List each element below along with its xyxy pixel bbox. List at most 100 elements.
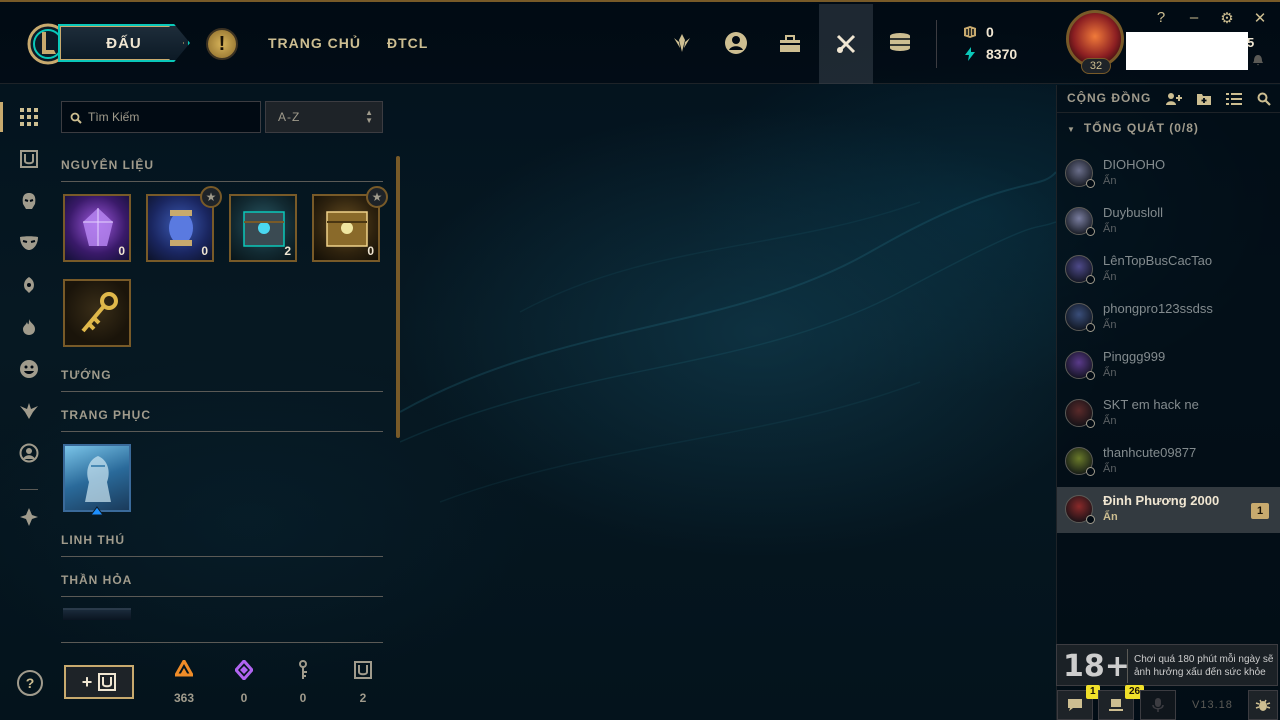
resource-orange-essence[interactable]: 363 — [162, 657, 206, 705]
friend-status: Ẩn — [1103, 463, 1117, 475]
summoner-profile[interactable]: 32 — [1066, 10, 1126, 74]
social-header: CỘNG ĐỒNG — [1057, 85, 1280, 113]
settings-button[interactable]: ⚙ — [1218, 9, 1236, 27]
loot-count: 0 — [118, 244, 125, 258]
notes-button[interactable]: 26 — [1098, 685, 1145, 720]
profile-icon[interactable] — [719, 26, 753, 60]
rail-skin-icon[interactable] — [16, 230, 42, 256]
chest-count-icon — [354, 661, 372, 679]
resource-chest[interactable]: 2 — [341, 660, 385, 705]
help-window-button[interactable]: ? — [1152, 9, 1170, 26]
loot-search — [61, 101, 261, 133]
warning-divider — [1127, 649, 1128, 683]
bell-icon[interactable] — [1252, 54, 1264, 66]
alert-icon[interactable]: ! — [206, 28, 238, 60]
rail-ward-icon[interactable] — [16, 314, 42, 340]
key-fragment-icon — [299, 660, 307, 679]
social-search-icon[interactable] — [1255, 90, 1273, 108]
section-emotes[interactable]: THẦN HỎA — [61, 573, 383, 597]
background-swirl — [400, 171, 1056, 503]
rp-value: 0 — [986, 24, 994, 40]
add-friend-icon[interactable] — [1165, 90, 1183, 108]
loot-item-key[interactable] — [63, 279, 131, 347]
rail-eternals-icon[interactable] — [16, 398, 42, 424]
list-view-icon[interactable] — [1225, 90, 1243, 108]
rarity-triangle-icon — [90, 506, 104, 516]
friend-status: Ẩn — [1103, 319, 1117, 331]
status-dot-icon — [1086, 467, 1095, 476]
top-navigation-bar: ĐẤU ! TRANG CHỦ ĐTCL 0 8370 32 5 ? – ⚙ ✕ — [0, 2, 1280, 84]
rail-chest-icon[interactable] — [16, 146, 42, 172]
rail-companion-icon[interactable] — [16, 272, 42, 298]
resource-key-fragment[interactable]: 0 — [281, 660, 325, 705]
friend-group-header[interactable]: ▼ TỔNG QUÁT (0/8) — [1067, 121, 1199, 135]
friend-row[interactable]: Duybusloll Ẩn — [1057, 199, 1280, 245]
friend-name: Đinh Phương 2000 — [1103, 493, 1220, 508]
loot-item-essence[interactable]: 0 — [63, 194, 131, 262]
minimize-button[interactable]: – — [1185, 9, 1203, 26]
section-champions[interactable]: TƯỚNG — [61, 368, 383, 392]
help-button[interactable]: ? — [17, 670, 43, 696]
store-icon[interactable] — [883, 26, 917, 60]
rail-emote-icon[interactable] — [16, 356, 42, 382]
loot-count: 0 — [201, 244, 208, 258]
section-materials[interactable]: NGUYÊN LIỆU — [61, 158, 383, 182]
craft-plus-label: + — [81, 671, 93, 692]
health-warning-text: Chơi quá 180 phút mỗi ngày sẽ ảnh hưởng … — [1134, 654, 1274, 678]
section-skins-label: TRANG PHỤC — [61, 408, 151, 422]
loot-icon[interactable] — [819, 4, 873, 84]
friend-row[interactable]: phongpro123ssdss Ẩn — [1057, 295, 1280, 341]
key-icon — [81, 292, 118, 333]
rail-separator — [20, 489, 38, 490]
mythic-essence-icon — [233, 658, 255, 682]
friend-group-label: TỔNG QUÁT (0/8) — [1083, 121, 1199, 135]
section-emotes-label: THẦN HỎA — [61, 573, 133, 587]
rail-champion-icon[interactable] — [16, 188, 42, 214]
sort-dropdown[interactable]: A-Z ▲ ▼ — [265, 101, 383, 133]
rp-balance[interactable]: 0 — [962, 24, 994, 40]
friend-name: DIOHOHO — [1103, 157, 1166, 172]
star-icon: ★ — [200, 186, 222, 208]
section-skins[interactable]: TRANG PHỤC — [61, 408, 383, 432]
search-input[interactable] — [88, 108, 256, 126]
loot-item-hextech-chest[interactable]: 2 — [229, 194, 297, 262]
nav-tft[interactable]: ĐTCL — [387, 35, 428, 51]
skin-art-icon — [85, 456, 111, 502]
chat-button[interactable]: 1 — [1057, 685, 1100, 720]
friend-row[interactable]: Đinh Phương 2000 Ẩn 1 — [1057, 487, 1280, 533]
rail-icon-icon[interactable] — [16, 440, 42, 466]
open-chest-button[interactable]: + — [64, 665, 134, 699]
friend-row[interactable]: Pinggg999 Ẩn — [1057, 343, 1280, 389]
rail-all-icon[interactable] — [16, 104, 42, 130]
play-button-border — [60, 26, 184, 60]
health-warning: 18+ Chơi quá 180 phút mỗi ngày sẽ ảnh hư… — [1056, 644, 1278, 686]
masterwork-chest-icon — [326, 211, 368, 247]
client-version: V13.18 — [1192, 699, 1233, 711]
star-icon: ★ — [366, 186, 388, 208]
be-balance[interactable]: 8370 — [962, 46, 1017, 62]
status-dot-icon — [1086, 371, 1095, 380]
friend-row[interactable]: SKT em hack ne Ẩn — [1057, 391, 1280, 437]
status-dot-icon — [1086, 323, 1095, 332]
friend-row[interactable]: LênTopBusCacTao Ẩn — [1057, 247, 1280, 293]
friend-row[interactable]: DIOHOHO Ẩn — [1057, 151, 1280, 197]
status-dot-icon — [1086, 179, 1095, 188]
friend-name: Pinggg999 — [1103, 349, 1166, 364]
loot-item-skin-shard[interactable] — [63, 444, 131, 512]
friend-row[interactable]: thanhcute09877 Ẩn — [1057, 439, 1280, 485]
resource-value: 0 — [240, 691, 248, 705]
scrollbar[interactable] — [396, 156, 400, 438]
add-folder-icon[interactable] — [1195, 90, 1213, 108]
resource-mythic-essence[interactable]: 0 — [222, 658, 266, 705]
bug-report-button[interactable] — [1248, 690, 1278, 720]
ranked-icon[interactable] — [665, 26, 699, 60]
close-button[interactable]: ✕ — [1251, 9, 1269, 27]
nav-home[interactable]: TRANG CHỦ — [268, 35, 361, 51]
collection-icon[interactable] — [773, 26, 807, 60]
rail-tft-icon[interactable] — [16, 504, 42, 530]
section-companions[interactable]: LINH THÚ — [61, 533, 383, 557]
loot-item-partial[interactable] — [63, 608, 131, 620]
age-rating-icon: 18+ — [1063, 649, 1130, 684]
voice-button[interactable] — [1140, 690, 1176, 720]
friend-status: Ẩn — [1103, 367, 1117, 379]
